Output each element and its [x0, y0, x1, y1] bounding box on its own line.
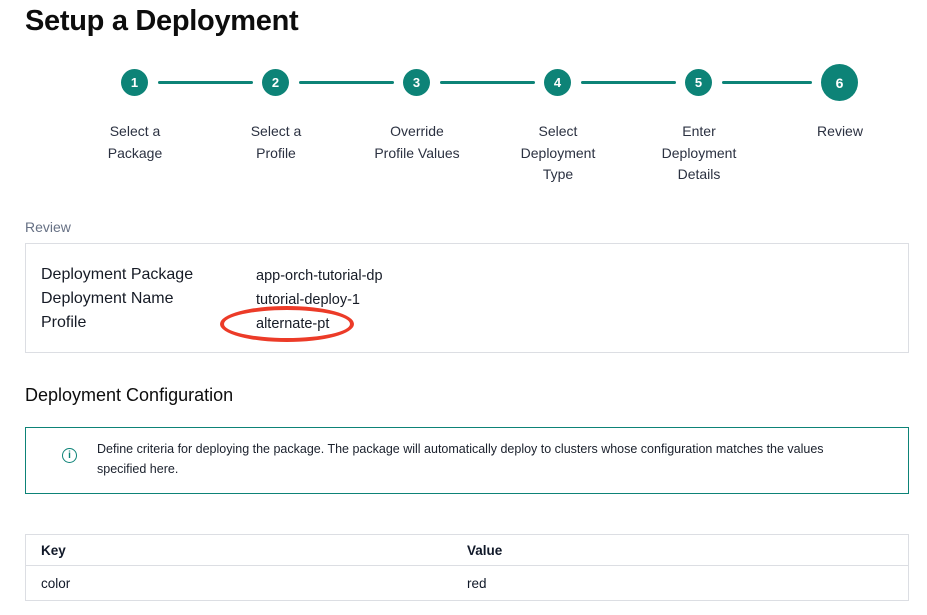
step-4-label: Select Deployment Type	[493, 121, 623, 186]
step-2-indicator[interactable]: 2	[262, 69, 289, 96]
step-1-label: Select a Package	[70, 121, 200, 164]
review-section-label: Review	[25, 219, 71, 235]
step-2-label: Select a Profile	[211, 121, 341, 164]
step-6-indicator[interactable]: 6	[821, 64, 858, 101]
profile-value: alternate-pt	[256, 314, 329, 332]
setup-deployment-page: Setup a Deployment 1 2 3 4 5 6 Select a …	[0, 0, 927, 615]
info-banner-text: Define criteria for deploying the packag…	[97, 439, 853, 479]
step-5-label: Enter Deployment Details	[634, 121, 764, 186]
step-connector	[581, 81, 676, 84]
step-connector	[722, 81, 812, 84]
key-column-header: Key	[26, 543, 467, 558]
value-column-header: Value	[467, 543, 908, 558]
step-connector	[440, 81, 535, 84]
step-6-label: Review	[775, 121, 905, 143]
step-4-indicator[interactable]: 4	[544, 69, 571, 96]
review-row-profile: Profile alternate-pt	[41, 314, 329, 332]
deployment-package-value: app-orch-tutorial-dp	[256, 266, 383, 284]
deployment-name-value: tutorial-deploy-1	[256, 290, 360, 308]
table-header-row: Key Value	[26, 535, 908, 566]
step-5-indicator[interactable]: 5	[685, 69, 712, 96]
profile-label: Profile	[41, 314, 256, 332]
info-circle-icon: i	[62, 448, 77, 463]
review-row-package: Deployment Package app-orch-tutorial-dp	[41, 266, 383, 284]
deployment-configuration-heading: Deployment Configuration	[25, 385, 233, 406]
step-connector	[299, 81, 394, 84]
deployment-name-label: Deployment Name	[41, 290, 256, 308]
info-banner: i Define criteria for deploying the pack…	[25, 427, 909, 494]
step-3-indicator[interactable]: 3	[403, 69, 430, 96]
step-connector	[158, 81, 253, 84]
key-cell: color	[26, 576, 467, 591]
review-row-name: Deployment Name tutorial-deploy-1	[41, 290, 360, 308]
table-row: color red	[26, 566, 908, 600]
step-3-label: Override Profile Values	[352, 121, 482, 164]
deployment-package-label: Deployment Package	[41, 266, 256, 284]
page-title: Setup a Deployment	[25, 5, 298, 38]
review-summary-box: Deployment Package app-orch-tutorial-dp …	[25, 243, 909, 353]
step-1-indicator[interactable]: 1	[121, 69, 148, 96]
criteria-table: Key Value color red	[25, 534, 909, 601]
value-cell: red	[467, 576, 908, 591]
